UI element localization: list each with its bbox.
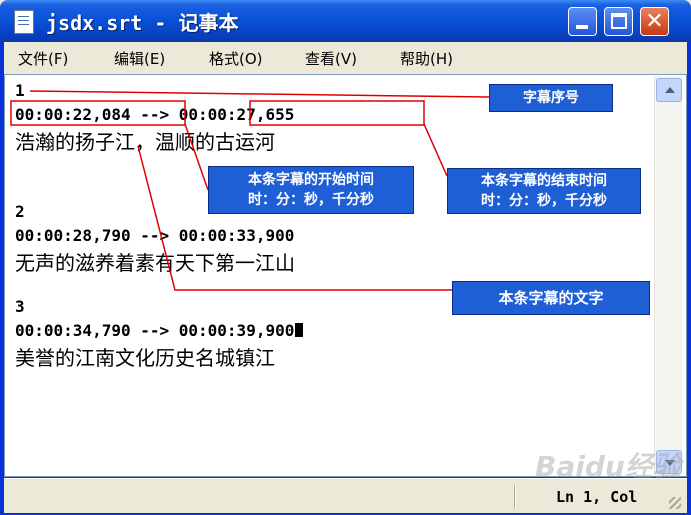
callout-start-format: 时：分：秒，千分秒 — [248, 192, 374, 208]
callout-subtitle-text: 本条字幕的文字 — [452, 281, 650, 315]
close-icon: ✕ — [645, 9, 664, 34]
subtitle-timecode-3: 00:00:34,790 --> 00:00:39,900 — [15, 321, 295, 340]
notepad-window: jsdx.srt - 记事本 ✕ 文件(F) 编辑(E) 格式(O) 查看(V)… — [0, 0, 691, 515]
subtitle-index-3: 3 — [15, 297, 25, 316]
notepad-icon[interactable] — [14, 10, 34, 34]
subtitle-timecode-3-row: 00:00:34,790 --> 00:00:39,900 — [15, 321, 304, 340]
menu-edit[interactable]: 编辑(E) — [114, 48, 165, 69]
callout-end-title: 本条字幕的结束时间 — [481, 173, 607, 189]
subtitle-text-3: 美誉的江南文化历史名城镇江 — [15, 346, 275, 370]
minimize-icon — [576, 25, 588, 29]
cursor-position: Ln 1, Col — [556, 488, 638, 506]
callout-end-time: 本条字幕的结束时间 时：分：秒，千分秒 — [447, 168, 641, 214]
menu-view[interactable]: 查看(V) — [305, 48, 357, 69]
subtitle-text-2: 无声的滋养着素有天下第一江山 — [15, 251, 295, 275]
vertical-scrollbar[interactable] — [654, 76, 682, 476]
callout-start-title: 本条字幕的开始时间 — [248, 172, 374, 188]
text-editor[interactable]: 1 00:00:22,084 --> 00:00:27,655 浩瀚的扬子江，温… — [4, 74, 687, 477]
subtitle-text-1: 浩瀚的扬子江，温顺的古运河 — [15, 130, 275, 154]
baidu-watermark: Baidu经验 — [535, 450, 681, 483]
title-bar[interactable]: jsdx.srt - 记事本 ✕ — [0, 0, 691, 42]
scroll-up-button[interactable] — [656, 78, 682, 102]
status-divider — [514, 485, 516, 509]
maximize-button[interactable] — [604, 7, 633, 36]
window-title: jsdx.srt - 记事本 — [46, 11, 239, 35]
subtitle-timecode-2: 00:00:28,790 --> 00:00:33,900 — [15, 226, 295, 245]
callout-end-format: 时：分：秒，千分秒 — [481, 193, 607, 209]
menu-help[interactable]: 帮助(H) — [400, 48, 453, 69]
subtitle-timecode-1: 00:00:22,084 --> 00:00:27,655 — [15, 105, 295, 124]
subtitle-index-1: 1 — [15, 81, 25, 100]
text-cursor — [295, 323, 304, 337]
close-button[interactable]: ✕ — [640, 7, 669, 36]
menu-file[interactable]: 文件(F) — [18, 48, 68, 69]
maximize-icon — [611, 13, 627, 29]
minimize-button[interactable] — [568, 7, 597, 36]
menu-bar: 文件(F) 编辑(E) 格式(O) 查看(V) 帮助(H) — [4, 42, 687, 74]
callout-start-time: 本条字幕的开始时间 时：分：秒，千分秒 — [208, 166, 414, 214]
callout-sequence: 字幕序号 — [489, 84, 613, 112]
menu-format[interactable]: 格式(O) — [209, 48, 263, 69]
resize-grip[interactable] — [669, 497, 681, 509]
subtitle-index-2: 2 — [15, 202, 25, 221]
